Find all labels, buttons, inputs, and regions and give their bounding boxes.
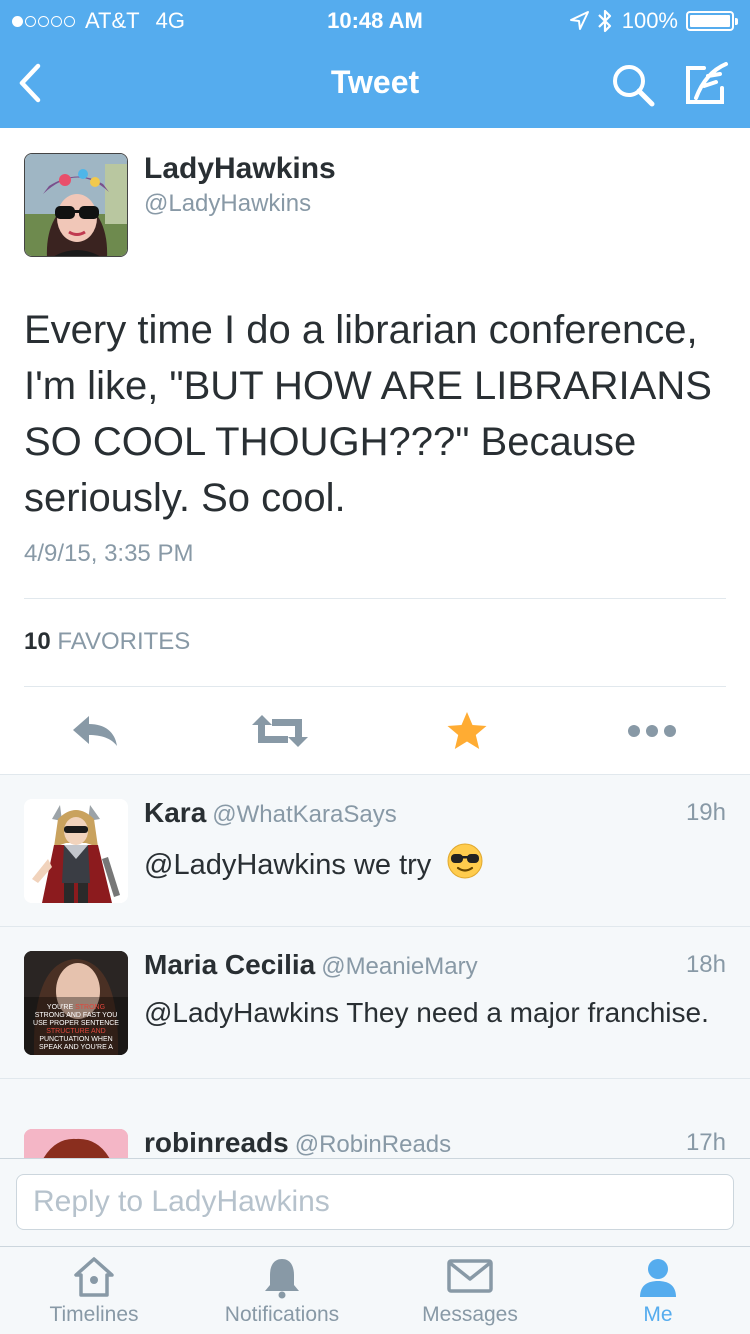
compose-icon[interactable] (682, 60, 730, 108)
status-bar: AT&T 4G 10:48 AM 100% (0, 0, 750, 40)
more-button[interactable] (624, 706, 680, 756)
reply-avatar[interactable] (24, 1129, 128, 1158)
more-icon (628, 725, 676, 737)
battery-percent: 100% (621, 8, 678, 33)
replies-list: Kara @WhatKaraSays 19h @LadyHawkins we tr… (0, 774, 750, 1158)
reply-author-handle: @RobinReads (294, 1131, 452, 1158)
reply-avatar-image (24, 1129, 128, 1158)
tab-messages[interactable]: Messages (376, 1247, 564, 1334)
tab-label: Me (643, 1303, 673, 1326)
reply-author-handle: @WhatKaraSays (212, 801, 397, 828)
author-avatar[interactable] (24, 153, 128, 257)
tab-me[interactable]: Me (564, 1247, 750, 1334)
favorite-star-icon (447, 712, 487, 749)
svg-text:STRONG AND FAST YOU: STRONG AND FAST YOU (35, 1012, 118, 1019)
reply-avatar-image (24, 799, 128, 903)
svg-text:SPEAK AND YOU'RE A: SPEAK AND YOU'RE A (39, 1044, 113, 1051)
reply-avatar-image: YOU'RE STRONG STRONG AND FAST YOU USE PR… (24, 951, 128, 1055)
tab-timelines[interactable]: Timelines (0, 1247, 188, 1334)
reply-author[interactable]: robinreads @RobinReads (144, 1127, 451, 1158)
favorites-label: FAVORITES (57, 628, 191, 655)
sunglasses-emoji-graphic (447, 843, 483, 879)
tweet-text: Every time I do a librarian conference, … (24, 308, 712, 520)
reply-author-name: robinreads (144, 1127, 289, 1158)
reply-item[interactable]: Kara @WhatKaraSays 19h @LadyHawkins we tr… (0, 775, 750, 927)
bluetooth-icon (597, 9, 611, 33)
reply-button[interactable] (66, 706, 126, 756)
battery-icon (686, 11, 738, 31)
reply-body: @LadyHawkins we try (144, 849, 432, 882)
tab-notifications[interactable]: Notifications (188, 1247, 376, 1334)
search-icon[interactable] (610, 62, 656, 108)
favorites-number: 10 (24, 628, 51, 655)
bell-icon (265, 1259, 299, 1299)
sunglasses-emoji-icon (447, 843, 483, 890)
tab-label: Notifications (224, 1303, 340, 1326)
svg-text:PUNCTUATION WHEN: PUNCTUATION WHEN (39, 1036, 112, 1043)
reply-author-name: Kara (144, 797, 207, 828)
retweet-button[interactable] (248, 706, 312, 756)
person-icon (640, 1259, 676, 1297)
svg-text:YOU'RE STRONG: YOU'RE STRONG (47, 1004, 105, 1011)
author-avatar-image (25, 154, 127, 256)
reply-icon (73, 716, 117, 746)
tweet-timestamp: 4/9/15, 3:35 PM (24, 540, 194, 567)
reply-item[interactable]: robinreads @RobinReads 17h (0, 1105, 750, 1158)
reply-item[interactable]: YOU'RE STRONG STRONG AND FAST YOU USE PR… (0, 927, 750, 1079)
retweet-icon (252, 715, 308, 747)
reply-text: @LadyHawkins we try (144, 843, 729, 890)
favorite-button[interactable] (442, 706, 492, 756)
reply-author-name: Maria Cecilia (144, 949, 316, 980)
home-icon (74, 1257, 114, 1297)
reply-time: 17h (685, 1129, 726, 1156)
tab-label: Timelines (49, 1303, 139, 1326)
divider (24, 598, 726, 599)
reply-time: 18h (685, 951, 726, 978)
tab-bar: Timelines Notifications Messages Me (0, 1246, 750, 1334)
location-arrow-icon (569, 11, 589, 30)
reply-avatar[interactable] (24, 799, 128, 903)
author-handle[interactable]: @LadyHawkins (144, 190, 311, 218)
top-bar: AT&T 4G 10:48 AM 100% Tweet (0, 0, 750, 128)
favorites-count[interactable]: 10 FAVORITES (24, 628, 190, 656)
reply-input[interactable] (16, 1174, 734, 1230)
reply-text: @LadyHawkins They need a major franchise… (144, 997, 709, 1028)
svg-text:STRUCTURE AND: STRUCTURE AND (46, 1028, 106, 1035)
reply-author[interactable]: Maria Cecilia @MeanieMary (144, 949, 478, 981)
reply-time: 19h (685, 799, 726, 826)
tab-label: Messages (422, 1303, 518, 1326)
svg-text:USE PROPER SENTENCE: USE PROPER SENTENCE (33, 1020, 119, 1027)
status-right: 100% (568, 8, 738, 34)
divider (24, 686, 726, 687)
reply-bar (0, 1158, 750, 1246)
envelope-icon (447, 1259, 493, 1293)
reply-author-handle: @MeanieMary (321, 953, 478, 980)
reply-avatar[interactable]: YOU'RE STRONG STRONG AND FAST YOU USE PR… (24, 951, 128, 1055)
author-name[interactable]: LadyHawkins (144, 152, 336, 186)
reply-author[interactable]: Kara @WhatKaraSays (144, 797, 397, 829)
